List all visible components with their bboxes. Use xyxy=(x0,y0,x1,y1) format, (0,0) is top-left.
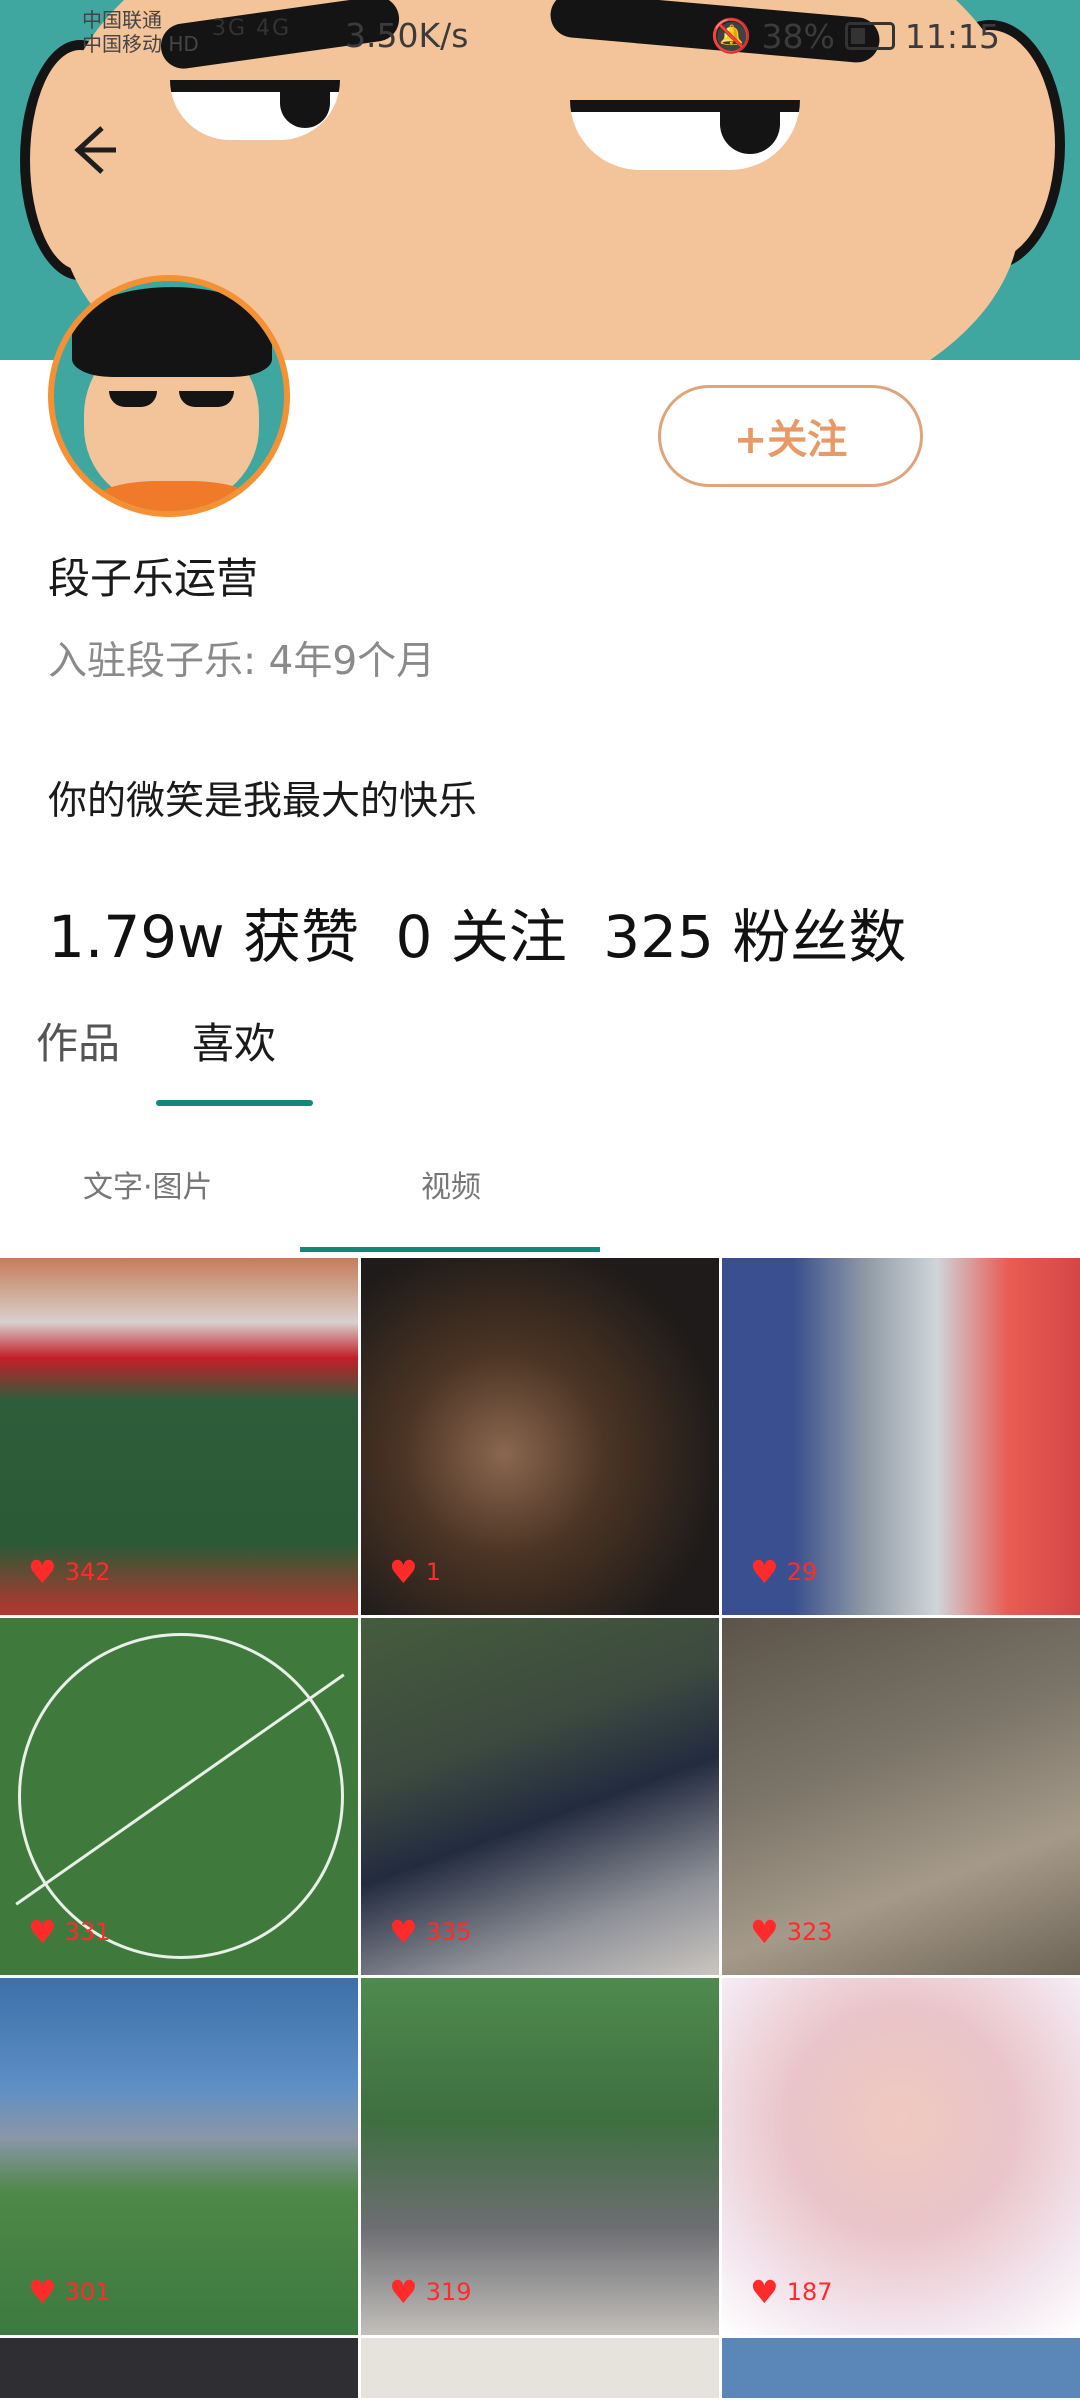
video-thumbnail[interactable] xyxy=(0,2338,358,2398)
heart-icon: ♥ xyxy=(28,1913,57,1951)
carrier-2: 中国移动 HD xyxy=(82,32,199,56)
battery-percent: 38% xyxy=(761,16,835,56)
video-thumbnail[interactable]: ♥ 29 xyxy=(722,1258,1080,1615)
video-thumbnail[interactable]: ♥ 301 xyxy=(0,1978,358,2335)
like-count: ♥ 319 xyxy=(389,2273,472,2311)
tab-works[interactable]: 作品 xyxy=(36,1010,120,1071)
video-thumbnail[interactable]: ♥ 323 xyxy=(722,1618,1080,1975)
video-thumbnail[interactable] xyxy=(361,2338,719,2398)
avatar[interactable] xyxy=(48,275,290,517)
network-speed: 3.50K/s xyxy=(345,16,469,55)
like-count: ♥ 187 xyxy=(750,2273,833,2311)
subtab-text-image[interactable]: 文字·图片 xyxy=(83,1162,213,1206)
arrow-left-icon[interactable] xyxy=(62,120,122,180)
video-thumbnail[interactable]: ♥ 335 xyxy=(361,1618,719,1975)
like-count: ♥ 301 xyxy=(28,2273,111,2311)
banner-eye-right xyxy=(570,100,800,170)
avatar-hair xyxy=(72,287,272,377)
bio: 你的微笑是我最大的快乐 xyxy=(48,779,478,824)
follow-button[interactable]: +关注 xyxy=(658,385,923,487)
avatar-eye-right xyxy=(179,391,234,407)
video-thumbnail[interactable]: ♥ 342 xyxy=(0,1258,358,1615)
video-thumbnail[interactable]: ♥ 331 xyxy=(0,1618,358,1975)
heart-icon: ♥ xyxy=(750,1553,779,1591)
subtab-active-indicator xyxy=(300,1247,600,1252)
heart-icon: ♥ xyxy=(389,1913,418,1951)
video-thumbnail[interactable] xyxy=(722,2338,1080,2398)
like-count: ♥ 331 xyxy=(28,1913,111,1951)
heart-icon: ♥ xyxy=(750,2273,779,2311)
video-grid: ♥ 342 ♥ 1 ♥ 29 ♥ 331 ♥ 335 ♥ 323 ♥ 301 ♥ 319 ♥ 18… xyxy=(0,1258,1080,2398)
heart-icon: ♥ xyxy=(750,1913,779,1951)
video-thumbnail[interactable]: ♥ 1 xyxy=(361,1258,719,1615)
heart-icon: ♥ xyxy=(28,2273,57,2311)
clock: 11:15 xyxy=(904,16,1000,56)
heart-icon: ♥ xyxy=(389,2273,418,2311)
video-thumbnail[interactable]: ♥ 187 xyxy=(722,1978,1080,2335)
username: 段子乐运营 xyxy=(48,554,259,603)
joined-duration: 入驻段子乐: 4年9个月 xyxy=(48,639,436,684)
bell-off-icon: 🔕 xyxy=(710,16,752,55)
status-right: 🔕 38% 11:15 xyxy=(710,16,1000,56)
like-count: ♥ 1 xyxy=(389,1553,441,1591)
tab-active-indicator xyxy=(156,1100,313,1106)
subtab-video[interactable]: 视频 xyxy=(421,1162,481,1206)
heart-icon: ♥ xyxy=(389,1553,418,1591)
tab-likes[interactable]: 喜欢 xyxy=(192,1010,276,1071)
network-indicator: 3G 4G xyxy=(212,16,292,41)
stat-following[interactable]: 0 关注 xyxy=(395,903,566,971)
carrier-info: 中国联通 中国移动 HD xyxy=(82,8,199,56)
carrier-1: 中国联通 xyxy=(82,8,162,32)
battery-icon xyxy=(844,22,895,50)
stat-followers[interactable]: 325 粉丝数 xyxy=(603,903,906,971)
avatar-shirt xyxy=(89,481,259,511)
heart-icon: ♥ xyxy=(28,1553,57,1591)
profile-stats: 1.79w 获赞 0 关注 325 粉丝数 xyxy=(48,890,924,974)
like-count: ♥ 335 xyxy=(389,1913,472,1951)
status-bar: 中国联通 中国移动 HD 3G 4G 3.50K/s 🔕 38% 11:15 xyxy=(0,0,1080,70)
stat-likes: 1.79w 获赞 xyxy=(48,903,360,971)
video-thumbnail[interactable]: ♥ 319 xyxy=(361,1978,719,2335)
like-count: ♥ 342 xyxy=(28,1553,111,1591)
like-count: ♥ 29 xyxy=(750,1553,818,1591)
like-count: ♥ 323 xyxy=(750,1913,833,1951)
